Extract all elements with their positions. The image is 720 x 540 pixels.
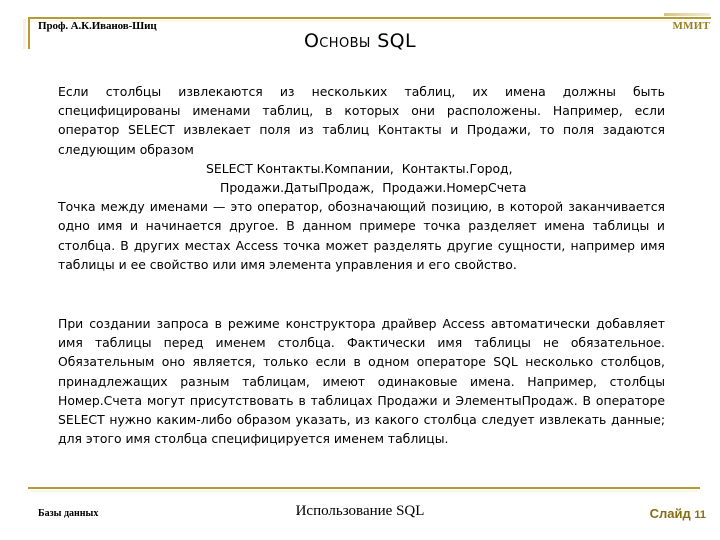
footer-slide-label: Слайд: [649, 506, 691, 521]
body-paragraph-1: Если столбцы извлекаются из нескольких т…: [58, 84, 665, 157]
top-accent-rule: [28, 17, 711, 19]
organization-underline-icon: [664, 13, 710, 16]
bottom-rule-shadow: [30, 490, 698, 492]
footer-section-title: Использование SQL: [295, 503, 425, 519]
footer-slide-number: 11: [694, 509, 706, 521]
sql-example: SELECT Контакты.Компании, Контакты.Город…: [58, 159, 665, 197]
page-title: Основы SQL: [303, 30, 417, 52]
body-paragraph-2: Точка между именами — это оператор, обоз…: [58, 199, 665, 272]
sql-example-line-1: SELECT Контакты.Компании, Контакты.Город…: [206, 160, 513, 176]
slide-body: Если столбцы извлекаются из нескольких т…: [58, 82, 665, 448]
bottom-accent-rule: [28, 487, 700, 489]
footer-slide-indicator: Слайд 11: [650, 506, 706, 521]
sql-example-line-2: Продажи.ДатыПродаж, Продажи.НомерСчета: [220, 180, 527, 196]
body-paragraph-3: При создании запроса в режиме конструкто…: [58, 316, 665, 447]
slide-canvas: Проф. А.К.Иванов-Шиц ММИТ Основы SQL Есл…: [0, 0, 720, 540]
